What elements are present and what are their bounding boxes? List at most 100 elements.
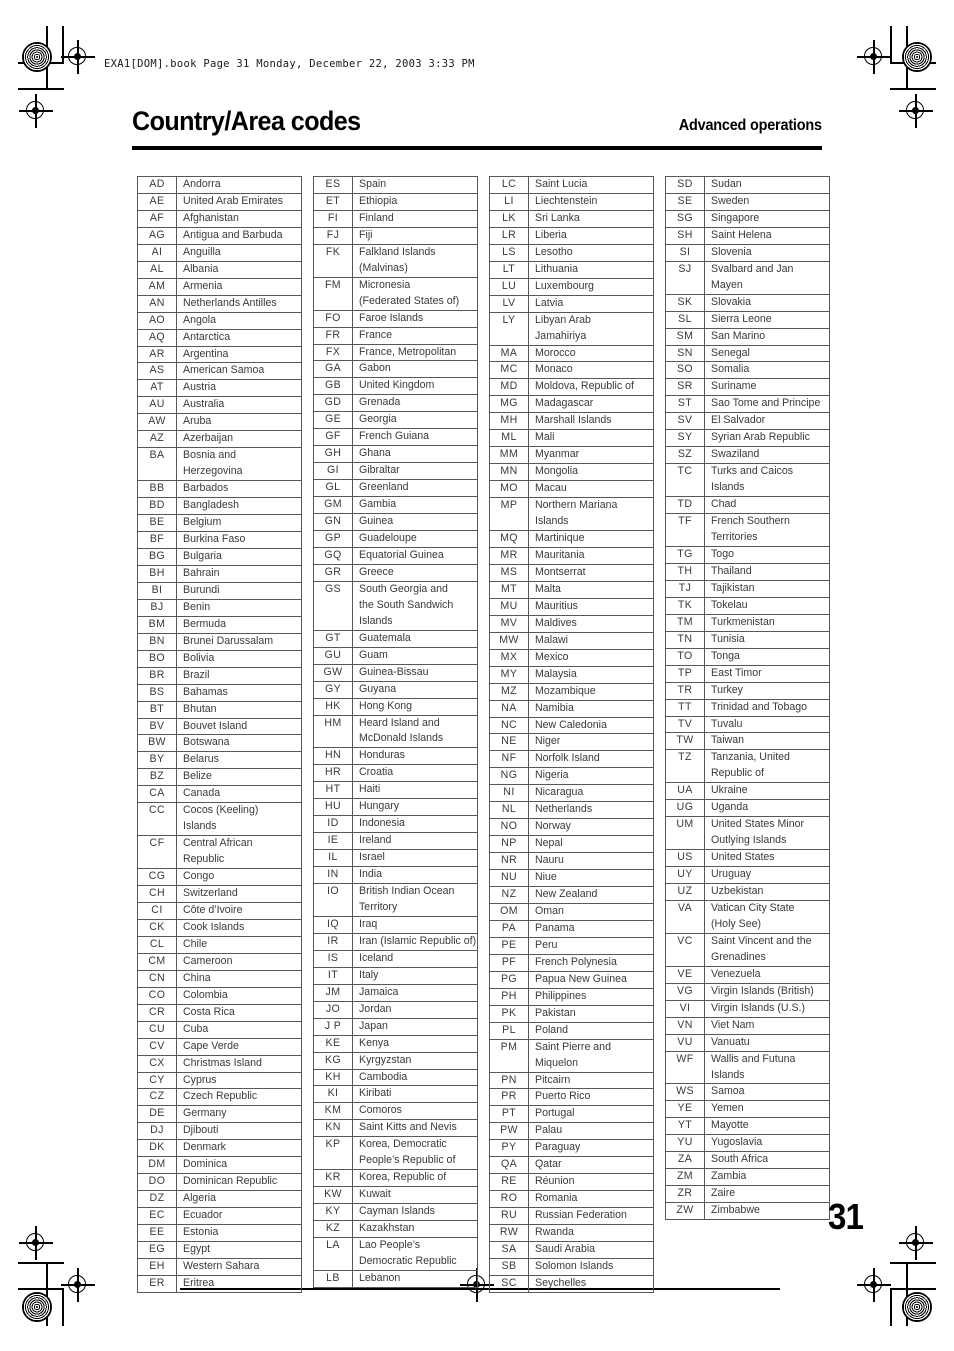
country-code-cell: BZ (137, 768, 177, 787)
country-code-cell: CY (137, 1071, 177, 1090)
country-name-cell: Korea, Republic of (352, 1169, 478, 1188)
table-row: CV Cape Verde (137, 1037, 302, 1056)
table-row: PT Portugal (489, 1105, 654, 1124)
country-code-cell: SR (665, 378, 705, 397)
country-name-cell: Dominican Republic (176, 1173, 302, 1192)
country-code-cell: TZ (665, 749, 705, 767)
country-code-cell: SJ (665, 260, 705, 278)
table-row: MY Malaysia (489, 665, 654, 684)
country-name-cell: Vatican City State (704, 899, 830, 917)
country-name-cell: Yugoslavia (704, 1134, 830, 1153)
country-code-cell: RO (489, 1190, 529, 1209)
table-row: CF Central African (137, 835, 302, 853)
country-code-cell: SH (665, 226, 705, 245)
country-code-cell: BW (137, 734, 177, 753)
country-code-cell: KE (313, 1034, 353, 1053)
country-code-cell: BV (137, 717, 177, 736)
table-row: BH Bahrain (137, 564, 302, 583)
table-row: LY Libyan Arab (489, 311, 654, 329)
table-row: HM Heard Island and (313, 714, 478, 732)
country-name-cell: Qatar (528, 1156, 654, 1175)
country-name-cell: United States Minor (704, 816, 830, 834)
country-name-cell: Grenada (352, 394, 478, 413)
country-name-cell: Saudi Arabia (528, 1241, 654, 1259)
country-name-cell: Saint Helena (704, 226, 830, 245)
country-name-cell: Armenia (176, 277, 302, 296)
country-name-cell: Viet Nam (704, 1016, 830, 1035)
table-row: TR Turkey (665, 681, 830, 700)
country-code-cell (313, 260, 353, 278)
country-name-cell: Ireland (352, 832, 478, 851)
table-row: NU Niue (489, 869, 654, 888)
country-name-cell: Tuvalu (704, 715, 830, 734)
table-row: J P Japan (313, 1017, 478, 1036)
table-row: NF Norfolk Island (489, 750, 654, 769)
country-name-cell: Cuba (176, 1020, 302, 1039)
country-name-cell: Austria (176, 379, 302, 398)
country-code-cell: TJ (665, 579, 705, 598)
country-name-cell: Italy (352, 966, 478, 985)
table-row: KI Kiribati (313, 1085, 478, 1104)
country-code-cell: FO (313, 309, 353, 328)
country-code-cell: CF (137, 835, 177, 853)
country-code-cell: RW (489, 1224, 529, 1243)
table-row: DM Dominica (137, 1156, 302, 1175)
table-row: SI Slovenia (665, 243, 830, 262)
country-name-cell: Syrian Arab Republic (704, 429, 830, 448)
country-name-cell: Suriname (704, 378, 830, 397)
country-code-tables: AD Andorra AE United Arab Emirates AF Afghani… (137, 176, 837, 1293)
country-code-cell (665, 833, 705, 851)
country-code-cell: GS (313, 580, 353, 598)
country-name-cell: (Holy See) (704, 916, 830, 934)
country-code-cell: GB (313, 377, 353, 396)
table-row: UM United States Minor (665, 816, 830, 834)
country-name-cell: Barbados (176, 480, 302, 499)
country-code-cell: GA (313, 360, 353, 379)
country-code-cell: LV (489, 294, 529, 313)
country-name-cell: Botswana (176, 734, 302, 753)
country-name-cell: Territories (704, 530, 830, 547)
table-row: SV El Salvador (665, 412, 830, 431)
table-row: TK Tokelau (665, 596, 830, 615)
country-name-cell: Faroe Islands (352, 309, 478, 328)
table-row: IO British Indian Ocean (313, 883, 478, 900)
table-row: LU Luxembourg (489, 277, 654, 296)
country-code-cell: ET (313, 192, 353, 211)
country-name-cell: Liberia (528, 226, 654, 245)
country-name-cell: Ukraine (704, 782, 830, 801)
country-name-cell: Bolivia (176, 649, 302, 668)
table-row: KN Saint Kitts and Nevis (313, 1119, 478, 1138)
country-name-cell: Romania (528, 1190, 654, 1209)
country-code-cell: LT (489, 260, 529, 279)
table-row: the South Sandwich (313, 597, 478, 614)
country-code-cell: KH (313, 1068, 353, 1087)
country-code-cell: MG (489, 395, 529, 414)
country-name-cell: Niger (528, 733, 654, 752)
country-name-cell: Kiribati (352, 1085, 478, 1104)
country-code-cell: ZR (665, 1185, 705, 1204)
country-code-cell: PN (489, 1071, 529, 1090)
table-row: KH Cambodia (313, 1068, 478, 1087)
table-row: CM Cameroon (137, 952, 302, 971)
table-row: MC Monaco (489, 361, 654, 380)
country-name-cell: Jamahiriya (528, 328, 654, 346)
country-code-cell: HT (313, 781, 353, 800)
country-code-cell: YT (665, 1117, 705, 1136)
country-code-cell: EH (137, 1258, 177, 1276)
country-name-cell: Philippines (528, 987, 654, 1006)
table-row: JO Jordan (313, 1000, 478, 1019)
registration-target-bottom-right (857, 1268, 891, 1302)
country-name-cell: Wallis and Futuna (704, 1050, 830, 1068)
country-code-cell: US (665, 849, 705, 868)
country-name-cell: Réunion (528, 1173, 654, 1192)
country-code-cell: WS (665, 1083, 705, 1102)
table-row: BE Belgium (137, 514, 302, 533)
table-row: AW Aruba (137, 413, 302, 432)
table-row: Jamahiriya (489, 328, 654, 346)
country-code-cell: GT (313, 629, 353, 648)
country-name-cell: Islands (704, 1067, 830, 1085)
country-code-cell: PE (489, 936, 529, 955)
country-name-cell: Germany (176, 1105, 302, 1124)
table-row: Herzegovina (137, 464, 302, 482)
country-code-cell: KR (313, 1169, 353, 1188)
